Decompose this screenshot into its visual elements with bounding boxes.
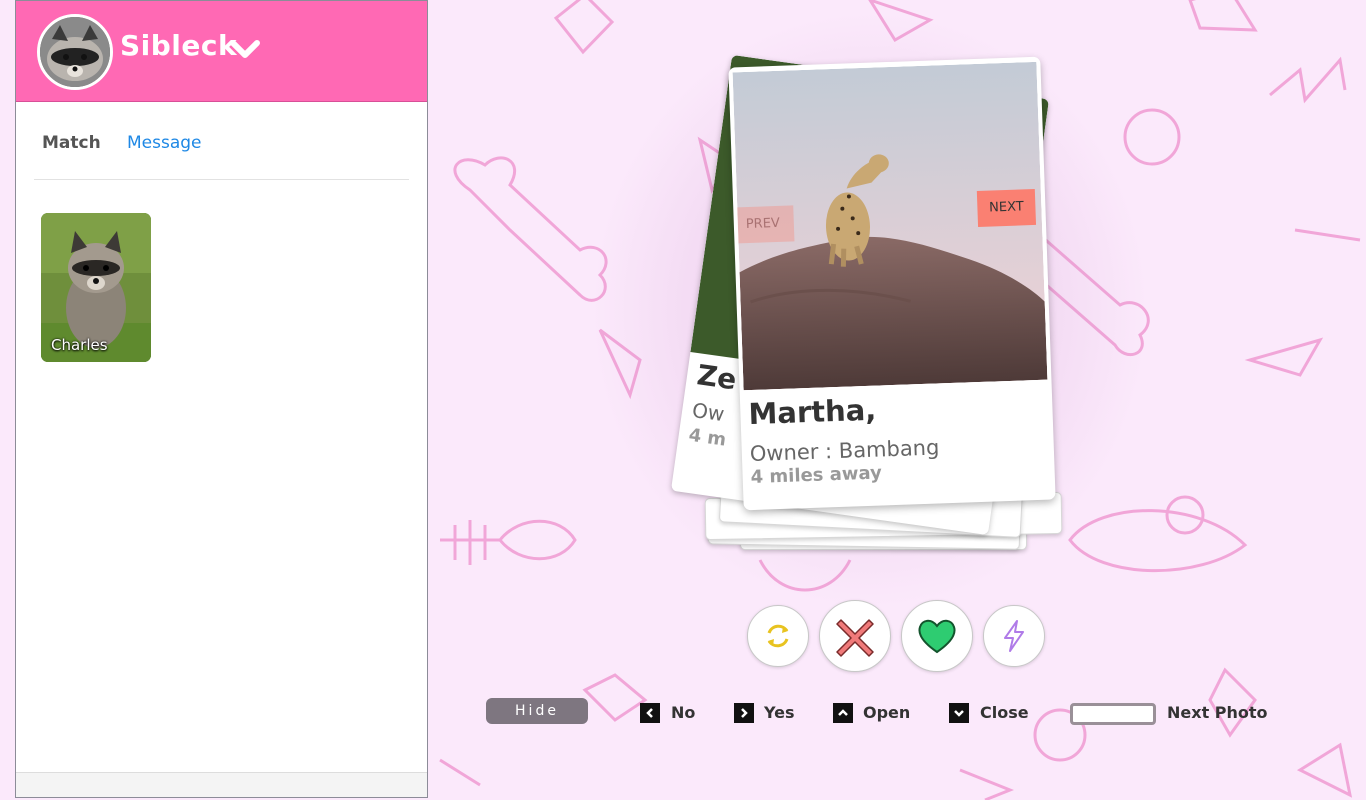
next-photo-button[interactable]: NEXT	[976, 188, 1037, 227]
raccoon-avatar-image	[40, 17, 110, 87]
card-stack: Ze Ow 4 m PREV NEXT Martha, Owner: Bamb…	[590, 10, 1150, 610]
legend-no-label: No	[671, 703, 696, 722]
chevron-down-icon[interactable]	[230, 39, 260, 61]
rewind-icon	[767, 624, 789, 648]
right-arrow-key-icon	[734, 703, 754, 723]
sidebar-footer	[16, 772, 427, 797]
up-arrow-key-icon	[833, 703, 853, 723]
space-key-icon	[1070, 703, 1156, 725]
behind-card-name: Ze	[695, 358, 739, 397]
match-name: Charles	[51, 336, 108, 354]
profile-card[interactable]: PREV NEXT Martha, Owner : Bambang 4 mile…	[728, 56, 1056, 511]
pet-distance: 4 miles away	[750, 462, 883, 489]
legend-yes-label: Yes	[764, 703, 795, 722]
sidebar-tabs: Match Message	[34, 119, 409, 180]
x-icon	[836, 619, 874, 657]
rewind-button[interactable]	[747, 605, 809, 667]
profile-header: Sibleck	[16, 1, 427, 102]
behind-card-distance: 4 m	[687, 424, 728, 451]
avatar[interactable]	[37, 14, 113, 90]
tab-message[interactable]: Message	[127, 133, 202, 153]
hide-legend-button[interactable]: Hide	[486, 698, 588, 724]
behind-card-owner: Ow	[690, 397, 726, 427]
lightning-icon	[1004, 620, 1024, 652]
heart-icon	[918, 619, 956, 654]
legend-open-label: Open	[863, 703, 911, 722]
prev-photo-button[interactable]: PREV	[737, 205, 795, 244]
pet-owner: Owner : Bambang	[749, 435, 940, 467]
legend-next-photo-label: Next Photo	[1167, 703, 1268, 722]
boost-button[interactable]	[983, 605, 1045, 667]
sidebar: Sibleck Match Message Charles	[15, 0, 428, 798]
down-arrow-key-icon	[949, 703, 969, 723]
nope-button[interactable]	[819, 600, 891, 672]
tab-match[interactable]: Match	[42, 133, 101, 153]
username[interactable]: Sibleck	[120, 29, 237, 62]
legend-close-label: Close	[980, 703, 1029, 722]
like-button[interactable]	[901, 600, 973, 672]
pet-name: Martha,	[747, 392, 877, 432]
match-card[interactable]: Charles	[41, 213, 151, 362]
left-arrow-key-icon	[640, 703, 660, 723]
